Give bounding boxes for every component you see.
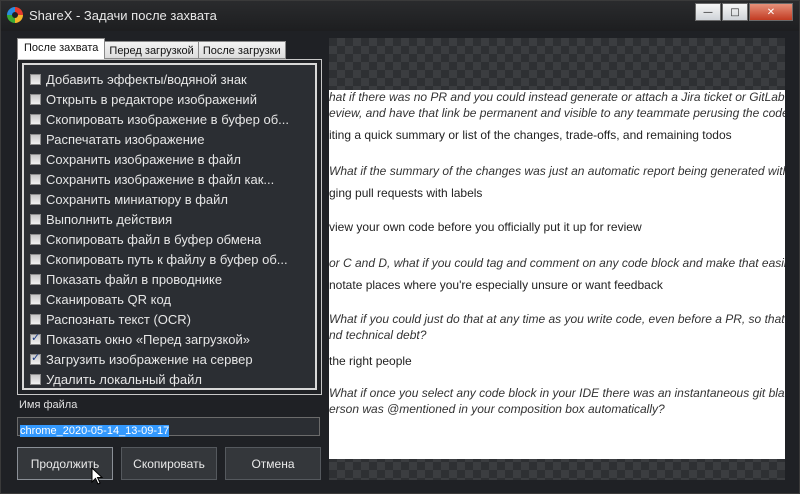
preview-text-line: What if once you select any code block i…	[329, 386, 785, 400]
preview-text-line: or C and D, what if you could tag and co…	[329, 256, 785, 270]
task-checkbox[interactable]	[30, 253, 41, 265]
task-label: Выполнить действия	[46, 211, 173, 227]
task-label: Добавить эффекты/водяной знак	[46, 71, 247, 87]
cancel-button[interactable]: Отмена	[225, 447, 321, 480]
filename-value: chrome_2020-05-14_13-09-17	[20, 425, 170, 437]
preview-text-line: hat if there was no PR and you could ins…	[329, 90, 785, 104]
mouse-cursor-icon	[91, 467, 103, 485]
caption-buttons: — □ ✕	[695, 3, 793, 21]
task-item[interactable]: Загрузить изображение на сервер	[24, 349, 315, 369]
preview-text-line: erson was @mentioned in your composition…	[329, 402, 665, 416]
tab-1[interactable]: Перед загрузкой	[104, 41, 199, 59]
task-item[interactable]: Сохранить миниатюру в файл	[24, 189, 315, 209]
task-label: Распознать текст (OCR)	[46, 311, 191, 327]
task-item[interactable]: Скопировать файл в буфер обмена	[24, 229, 315, 249]
preview-text-line: notate places where you're especially un…	[329, 278, 663, 292]
preview-text-line: view your own code before you officially…	[329, 220, 642, 234]
task-label: Сканировать QR код	[46, 291, 172, 307]
task-checkbox[interactable]	[30, 193, 41, 205]
task-checkbox[interactable]	[30, 373, 41, 385]
task-checkbox[interactable]	[30, 113, 41, 125]
task-label: Сохранить миниатюру в файл	[46, 191, 228, 207]
task-checkbox[interactable]	[30, 273, 41, 285]
task-label: Показать файл в проводнике	[46, 271, 223, 287]
tab-panel: Добавить эффекты/водяной знак Открыть в р…	[17, 59, 322, 395]
task-item[interactable]: Распознать текст (OCR)	[24, 309, 315, 329]
title-bar[interactable]: ShareX - Задачи после захвата — □ ✕	[1, 1, 799, 31]
task-checkbox[interactable]	[30, 331, 41, 345]
tab-strip: После захвата Перед загрузкой После загруз…	[17, 38, 286, 59]
task-label: Сохранить изображение в файл как...	[46, 171, 275, 187]
sharex-window: ShareX - Задачи после захвата — □ ✕ Посл…	[0, 0, 800, 494]
tab-0[interactable]: После захвата	[17, 38, 106, 59]
task-item[interactable]: Сохранить изображение в файл	[24, 149, 315, 169]
preview-text-line: eview, and have that link be permanent a…	[329, 106, 785, 120]
filename-label: Имя файла	[19, 399, 78, 411]
task-item[interactable]: Удалить локальный файл	[24, 369, 315, 389]
task-item[interactable]: Скопировать путь к файлу в буфер об...	[24, 249, 315, 269]
task-checkbox[interactable]	[30, 213, 41, 225]
after-capture-task-list: Добавить эффекты/водяной знак Открыть в р…	[22, 63, 317, 390]
captured-image: hat if there was no PR and you could ins…	[329, 90, 785, 459]
task-checkbox[interactable]	[30, 351, 41, 365]
task-item[interactable]: Показать окно «Перед загрузкой»	[24, 329, 315, 349]
task-label: Скопировать файл в буфер обмена	[46, 231, 262, 247]
task-label: Распечатать изображение	[46, 131, 205, 147]
minimize-button[interactable]: —	[695, 3, 721, 21]
task-checkbox[interactable]	[30, 93, 41, 105]
preview-text-line: iting a quick summary or list of the cha…	[329, 128, 732, 142]
task-checkbox[interactable]	[30, 73, 41, 85]
task-item[interactable]: Открыть в редакторе изображений	[24, 89, 315, 109]
task-label: Скопировать изображение в буфер об...	[46, 111, 289, 127]
task-checkbox[interactable]	[30, 133, 41, 145]
task-item[interactable]: Добавить эффекты/водяной знак	[24, 69, 315, 89]
task-item[interactable]: Распечатать изображение	[24, 129, 315, 149]
task-checkbox[interactable]	[30, 233, 41, 245]
task-item[interactable]: Сканировать QR код	[24, 289, 315, 309]
filename-input[interactable]: chrome_2020-05-14_13-09-17	[17, 417, 320, 437]
window-title: ShareX - Задачи после захвата	[29, 8, 217, 23]
maximize-button[interactable]: □	[722, 3, 748, 21]
preview-text-line: the right people	[329, 354, 412, 368]
task-label: Сохранить изображение в файл	[46, 151, 241, 167]
task-checkbox[interactable]	[30, 313, 41, 325]
tab-2[interactable]: После загрузки	[197, 41, 286, 59]
task-label: Показать окно «Перед загрузкой»	[46, 331, 251, 347]
task-checkbox[interactable]	[30, 153, 41, 165]
preview-text-line: What if the summary of the changes was j…	[329, 164, 785, 178]
close-button[interactable]: ✕	[749, 3, 793, 21]
sharex-logo-icon	[7, 7, 23, 23]
task-label: Скопировать путь к файлу в буфер об...	[46, 251, 288, 267]
preview-text-line: What if you could just do that at any ti…	[329, 312, 785, 326]
task-checkbox[interactable]	[30, 173, 41, 185]
preview-text-line: nd technical debt?	[329, 328, 427, 342]
preview-text-line: ging pull requests with labels	[329, 186, 483, 200]
task-label: Удалить локальный файл	[46, 371, 202, 387]
copy-button[interactable]: Скопировать	[121, 447, 217, 480]
task-item[interactable]: Сохранить изображение в файл как...	[24, 169, 315, 189]
task-label: Открыть в редакторе изображений	[46, 91, 257, 107]
task-item[interactable]: Показать файл в проводнике	[24, 269, 315, 289]
task-label: Загрузить изображение на сервер	[46, 351, 253, 367]
task-item[interactable]: Выполнить действия	[24, 209, 315, 229]
task-item[interactable]: Скопировать изображение в буфер об...	[24, 109, 315, 129]
task-checkbox[interactable]	[30, 293, 41, 305]
capture-preview: hat if there was no PR and you could ins…	[329, 38, 785, 480]
